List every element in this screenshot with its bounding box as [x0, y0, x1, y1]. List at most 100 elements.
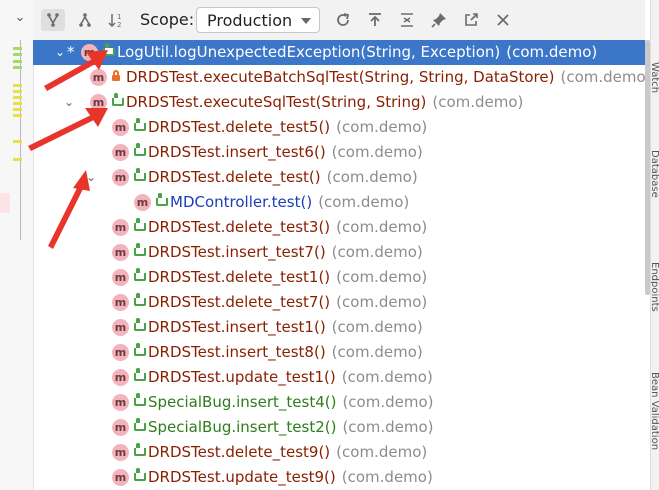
gutter-marker	[13, 66, 22, 69]
public-lock-icon	[134, 243, 146, 256]
method-icon: m	[81, 44, 98, 61]
tree-row-label: DRDSTest.delete_test9() (com.demo)	[148, 440, 427, 465]
package-name: (com.demo)	[506, 43, 598, 61]
tree-row[interactable]: m DRDSTest.executeBatchSqlTest(String, St…	[33, 65, 645, 90]
package-name: (com.demo)	[341, 468, 433, 486]
tree-row-label: SpecialBug.insert_test2() (com.demo)	[148, 415, 434, 440]
caller-hierarchy-icon[interactable]	[41, 9, 65, 31]
gutter-marker	[13, 53, 22, 56]
package-name: (com.demo)	[336, 218, 428, 236]
package-name: (com.demo)	[341, 368, 433, 386]
package-name: (com.demo)	[342, 393, 434, 411]
public-lock-icon	[156, 193, 168, 206]
method-signature: DRDSTest.delete_test9()	[148, 443, 331, 461]
open-in-editor-icon[interactable]	[459, 9, 483, 31]
callee-hierarchy-icon[interactable]	[73, 9, 97, 31]
method-signature: SpecialBug.insert_test2()	[148, 418, 337, 436]
method-icon: m	[112, 469, 129, 486]
refresh-icon[interactable]	[331, 9, 355, 31]
export-icon[interactable]	[363, 9, 387, 31]
tree-row[interactable]: m DRDSTest.delete_test5() (com.demo)	[33, 115, 645, 140]
public-lock-icon	[134, 468, 146, 481]
tree-row[interactable]: m SpecialBug.insert_test4() (com.demo)	[33, 390, 645, 415]
method-icon: m	[112, 419, 129, 436]
sort-alphabetically-icon[interactable]: 12	[105, 9, 129, 31]
method-icon: m	[112, 144, 129, 161]
method-signature: DRDSTest.delete_test7()	[148, 293, 331, 311]
gutter-highlight	[0, 193, 10, 213]
public-lock-icon	[134, 118, 146, 131]
method-icon: m	[112, 344, 129, 361]
tree-row[interactable]: m DRDSTest.insert_test1() (com.demo)	[33, 315, 645, 340]
tool-tab-watch[interactable]: Watch	[651, 62, 659, 96]
public-lock-icon	[134, 218, 146, 231]
tree-row[interactable]: m DRDSTest.delete_test9() (com.demo)	[33, 440, 645, 465]
tool-tab-endpoints[interactable]: Endpoints	[651, 262, 659, 326]
expand-toggle-icon[interactable]: ⌄	[62, 90, 76, 115]
package-name: (com.demo)	[331, 318, 423, 336]
package-name: (com.demo)	[318, 193, 410, 211]
tree-row-label: DRDSTest.executeBatchSqlTest(String, Str…	[126, 65, 645, 90]
method-icon: m	[112, 169, 129, 186]
tree-row[interactable]: m DRDSTest.insert_test6() (com.demo)	[33, 140, 645, 165]
tree-row[interactable]: m DRDSTest.insert_test7() (com.demo)	[33, 240, 645, 265]
tree-row[interactable]: m DRDSTest.update_test1() (com.demo)	[33, 365, 645, 390]
gutter-marker	[13, 96, 22, 99]
method-icon: m	[112, 219, 129, 236]
tool-tab-bean-validation[interactable]: Bean Validation	[651, 372, 659, 488]
method-icon: m	[112, 244, 129, 261]
gutter-marker	[13, 90, 22, 93]
tree-row[interactable]: m DRDSTest.delete_test3() (com.demo)	[33, 215, 645, 240]
method-icon: m	[90, 69, 107, 86]
method-signature: DRDSTest.update_test1()	[148, 368, 336, 386]
svg-text:2: 2	[117, 21, 121, 28]
package-name: (com.demo)	[331, 343, 423, 361]
tree-row-label: DRDSTest.update_test9() (com.demo)	[148, 465, 433, 490]
tree-row[interactable]: m DRDSTest.delete_test7() (com.demo)	[33, 290, 645, 315]
package-name: (com.demo)	[331, 143, 423, 161]
gutter-marker	[13, 108, 22, 111]
scope-dropdown[interactable]: Production	[196, 7, 320, 33]
package-name: (com.demo)	[342, 418, 434, 436]
tree-row-label: DRDSTest.delete_test() (com.demo)	[148, 165, 418, 190]
public-lock-icon	[112, 93, 124, 106]
method-icon: m	[112, 269, 129, 286]
tree-row[interactable]: m DRDSTest.update_test9() (com.demo)	[33, 465, 645, 490]
tree-row-label: DRDSTest.insert_test8() (com.demo)	[148, 340, 423, 365]
package-name: (com.demo)	[336, 118, 428, 136]
method-signature: DRDSTest.delete_test()	[148, 168, 321, 186]
gutter-marker	[13, 60, 22, 63]
tree-row-label: DRDSTest.delete_test5() (com.demo)	[148, 115, 427, 140]
dropdown-arrow-icon	[301, 18, 311, 24]
scope-value: Production	[207, 11, 293, 30]
tree-row[interactable]: m DRDSTest.delete_test1() (com.demo)	[33, 265, 645, 290]
collapse-all-icon[interactable]	[395, 9, 419, 31]
gutter-marker	[13, 102, 22, 105]
gutter-marker	[13, 158, 22, 161]
method-icon: m	[90, 94, 107, 111]
method-signature: DRDSTest.executeBatchSqlTest(String, Str…	[126, 68, 555, 86]
public-lock-icon	[134, 443, 146, 456]
tree-row[interactable]: m MDController.test() (com.demo)	[33, 190, 645, 215]
public-lock-icon	[134, 418, 146, 431]
tree-row-label: DRDSTest.delete_test7() (com.demo)	[148, 290, 427, 315]
tree-row[interactable]: m SpecialBug.insert_test2() (com.demo)	[33, 415, 645, 440]
tree-row-label: DRDSTest.delete_test1() (com.demo)	[148, 265, 427, 290]
expand-toggle-icon[interactable]: ⌄	[53, 40, 67, 65]
tree-row[interactable]: ⌄ * m LogUtil.logUnexpectedException(String…	[33, 40, 645, 65]
method-signature: DRDSTest.executeSqlTest(String, String)	[126, 93, 427, 111]
method-icon: m	[112, 394, 129, 411]
tree-row[interactable]: ⌄ m DRDSTest.executeSqlTest(String, String…	[33, 90, 645, 115]
pin-icon[interactable]	[427, 9, 451, 31]
close-icon[interactable]	[491, 9, 515, 31]
chevron-down-icon[interactable]: ⌄	[12, 10, 28, 26]
method-signature: DRDSTest.delete_test3()	[148, 218, 331, 236]
tree-row[interactable]: m DRDSTest.insert_test8() (com.demo)	[33, 340, 645, 365]
method-signature: DRDSTest.insert_test8()	[148, 343, 326, 361]
root-marker: *	[67, 43, 75, 61]
tool-tab-database[interactable]: Database	[651, 150, 659, 220]
tree-row-label: DRDSTest.insert_test7() (com.demo)	[148, 240, 423, 265]
expand-toggle-icon[interactable]: ⌄	[84, 165, 98, 190]
tree-row[interactable]: ⌄ m DRDSTest.delete_test() (com.demo)	[33, 165, 645, 190]
editor-gutter: ⌄	[0, 0, 34, 490]
